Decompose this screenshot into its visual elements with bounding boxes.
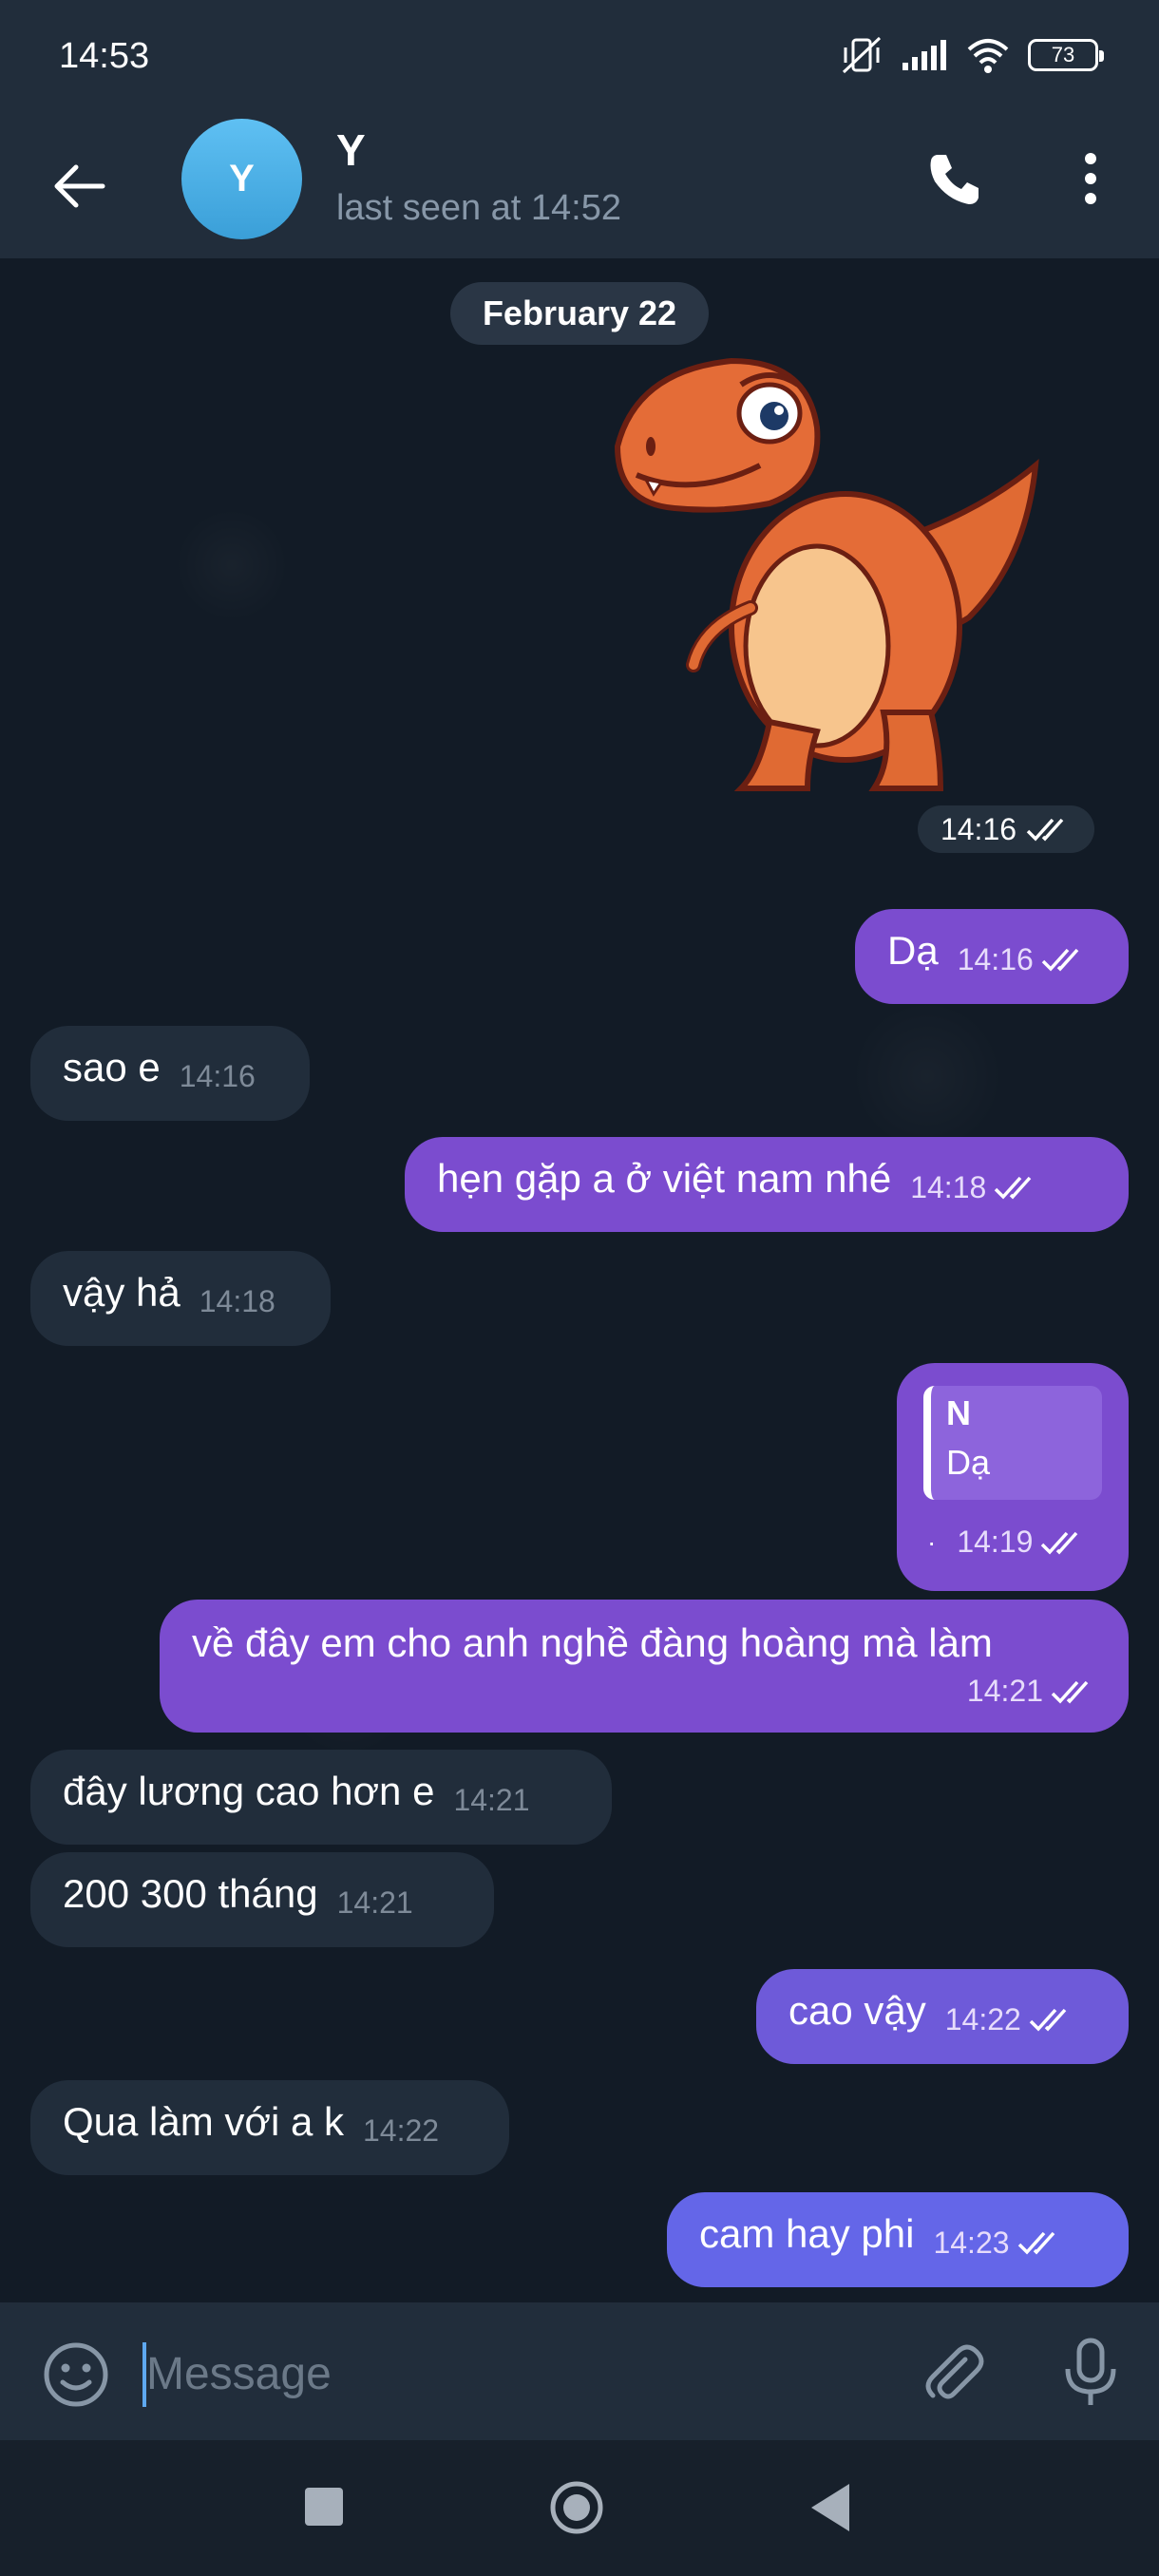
message-text: cao vậy (788, 1988, 926, 2033)
message-meta: 14:18 (200, 1284, 276, 1319)
message-text: vậy hả (63, 1270, 180, 1315)
double-check-icon (1041, 1531, 1078, 1555)
dinosaur-sticker[interactable] (580, 342, 1054, 817)
message-bubble-incoming[interactable]: 200 300 tháng 14:21 (30, 1852, 494, 1947)
more-vertical-icon[interactable] (1068, 147, 1113, 210)
message-time: 14:16 (179, 1058, 256, 1093)
message-bubble-outgoing[interactable]: về đây em cho anh nghề đàng hoàng mà làm… (160, 1600, 1129, 1733)
message-meta: 14:22 (945, 2002, 1074, 2037)
message-composer (0, 2302, 1159, 2440)
message-time: 14:23 (933, 2225, 1010, 2260)
mute-vibrate-icon (842, 36, 882, 74)
message-bubble-outgoing-reply[interactable]: N Dạ · 14:19 (897, 1363, 1129, 1591)
date-chip: February 22 (450, 282, 709, 345)
message-meta: 14:21 (337, 1885, 413, 1921)
system-nav-bar (0, 2440, 1159, 2576)
battery-icon: 73 (1028, 39, 1104, 71)
phone-icon[interactable] (923, 147, 986, 210)
message-meta: 14:19 (957, 1525, 1086, 1560)
reply-author: N (946, 1393, 971, 1432)
double-check-icon (1051, 1680, 1089, 1704)
message-bubble-incoming[interactable]: sao e 14:16 (30, 1026, 310, 1121)
message-time: 14:21 (336, 1885, 413, 1920)
message-bubble-incoming[interactable]: vậy hả 14:18 (30, 1251, 331, 1346)
emoji-icon[interactable] (42, 2340, 110, 2409)
message-text: hẹn gặp a ở việt nam nhé (437, 1156, 892, 1201)
avatar-letter: Y (229, 158, 255, 199)
message-bubble-outgoing[interactable]: Dạ 14:16 (855, 909, 1129, 1004)
message-text: cam hay phi (699, 2211, 915, 2256)
message-meta: 14:21 (192, 1674, 1096, 1709)
message-bubble-outgoing[interactable]: hẹn gặp a ở việt nam nhé 14:18 (405, 1137, 1129, 1232)
message-meta: 14:23 (933, 2226, 1062, 2261)
double-check-icon (1041, 948, 1079, 972)
contact-status: last seen at 14:52 (336, 188, 621, 228)
message-time: 14:16 (957, 941, 1034, 976)
message-time: 14:18 (910, 1169, 987, 1204)
message-meta: 14:21 (453, 1783, 529, 1818)
message-meta: 14:16 (180, 1059, 256, 1094)
sticker-timestamp: 14:16 (918, 805, 1094, 853)
message-time: 14:19 (957, 1525, 1034, 1559)
message-text: · (927, 1526, 937, 1557)
message-time: 14:21 (966, 1674, 1043, 1708)
message-meta: 14:22 (363, 2113, 439, 2149)
sticker-time: 14:16 (940, 811, 1017, 846)
message-text: Dạ (887, 928, 939, 973)
back-arrow-icon[interactable] (48, 155, 110, 218)
paperclip-icon[interactable] (920, 2339, 986, 2405)
home-button-icon[interactable] (549, 2480, 604, 2535)
double-check-icon (1026, 818, 1064, 842)
battery-level: 73 (1051, 43, 1075, 66)
message-text: đây lương cao hơn e (63, 1769, 435, 1813)
message-time: 14:18 (199, 1283, 276, 1318)
reply-quote[interactable]: N Dạ (923, 1386, 1102, 1500)
status-time: 14:53 (59, 36, 150, 76)
message-text: về đây em cho anh nghề đàng hoàng mà làm (192, 1620, 993, 1665)
message-time: 14:22 (944, 2001, 1021, 2036)
double-check-icon (1017, 2231, 1054, 2255)
avatar[interactable]: Y (181, 119, 302, 239)
status-bar: 14:53 73 (0, 0, 1159, 119)
microphone-icon[interactable] (1060, 2337, 1121, 2409)
message-meta: 14:16 (958, 942, 1087, 977)
message-time: 14:21 (453, 1782, 530, 1817)
chat-header: Y Y last seen at 14:52 (0, 119, 1159, 258)
message-text: sao e (63, 1045, 161, 1089)
recents-button[interactable] (305, 2488, 343, 2526)
message-bubble-incoming[interactable]: Qua làm với a k 14:22 (30, 2080, 509, 2175)
chat-area[interactable]: February 22 14:16 Dạ 14:16 sao e 14:16 h… (0, 258, 1159, 2302)
message-text: 200 300 tháng (63, 1871, 318, 1916)
back-triangle-icon[interactable] (808, 2480, 853, 2535)
status-icons: 73 (840, 34, 1104, 76)
reply-text: Dạ (946, 1443, 991, 1482)
message-meta: 14:18 (910, 1170, 1039, 1205)
contact-name[interactable]: Y (336, 124, 366, 176)
double-check-icon (1029, 2008, 1067, 2032)
message-text: Qua làm với a k (63, 2099, 344, 2144)
message-bubble-outgoing[interactable]: cam hay phi 14:23 (667, 2192, 1129, 2287)
message-time: 14:22 (362, 2112, 440, 2148)
message-bubble-outgoing[interactable]: cao vậy 14:22 (756, 1969, 1129, 2064)
double-check-icon (995, 1176, 1032, 1200)
message-input[interactable] (146, 2333, 868, 2415)
wifi-icon (967, 39, 1009, 73)
signal-icon (902, 40, 946, 70)
message-bubble-incoming[interactable]: đây lương cao hơn e 14:21 (30, 1750, 612, 1845)
